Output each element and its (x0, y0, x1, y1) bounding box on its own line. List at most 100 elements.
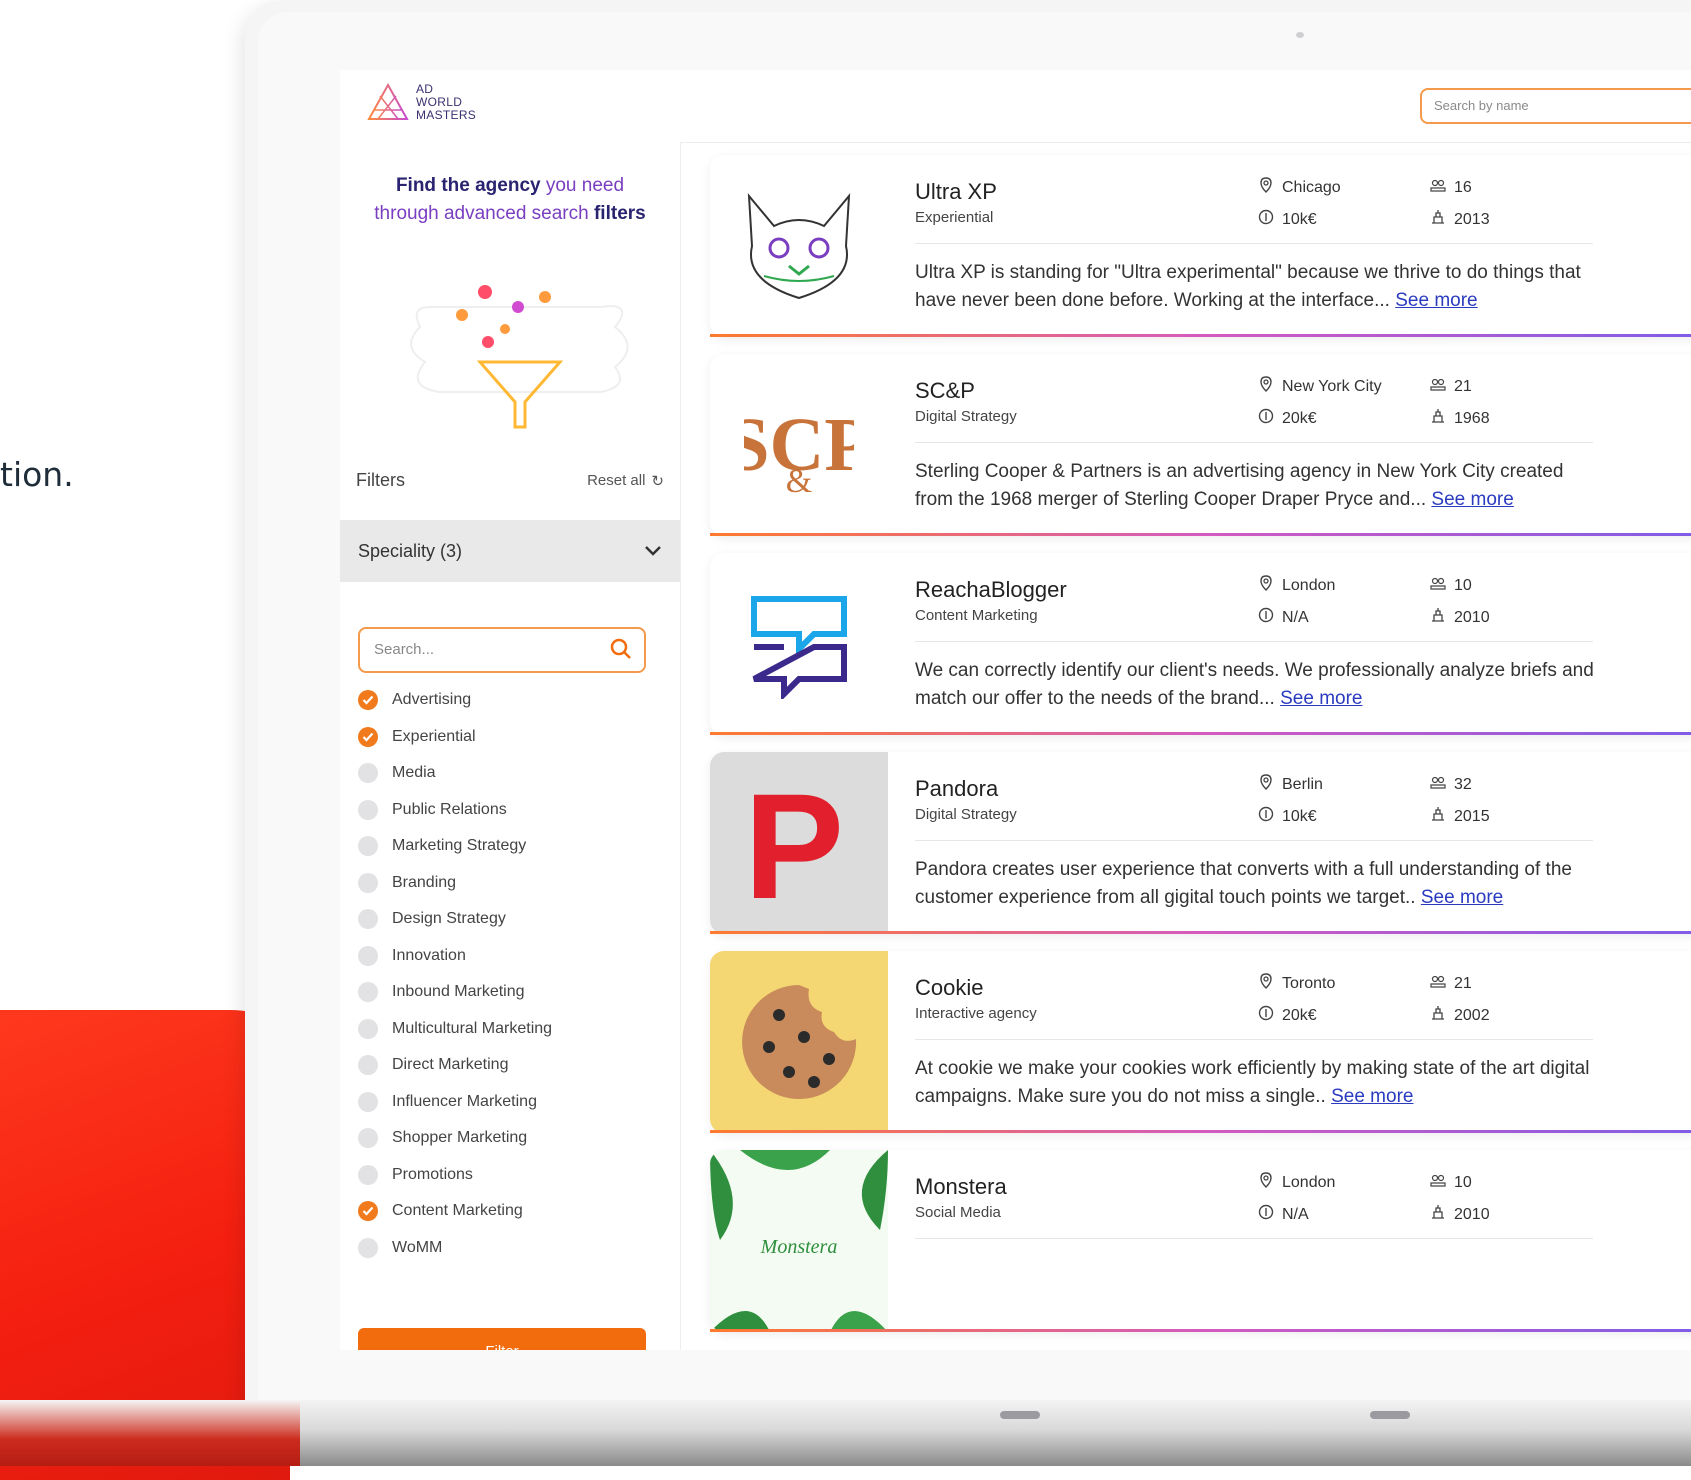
people-icon (1430, 1172, 1446, 1193)
agency-budget: 20k€ (1258, 408, 1317, 429)
radio-icon[interactable] (358, 982, 378, 1003)
agency-card[interactable]: Cookie Interactive agency Toronto 20k€ 21 200… (710, 951, 1691, 1133)
agency-description: At cookie we make your cookies work effi… (915, 1058, 1590, 1107)
speciality-option[interactable]: Influencer Marketing (358, 1084, 552, 1121)
agency-card[interactable]: Ultra XP Experiential Chicago 10k€ 16 2013 Ult… (710, 155, 1691, 337)
agency-logo: SCP & (710, 354, 888, 536)
agency-employees: 32 (1430, 774, 1472, 795)
speciality-option[interactable]: Content Marketing (358, 1193, 552, 1230)
card-divider (915, 840, 1593, 841)
agency-name[interactable]: Cookie (915, 975, 983, 1001)
agency-location: New York City (1258, 376, 1382, 397)
radio-icon[interactable] (358, 1018, 378, 1039)
card-divider (915, 641, 1593, 642)
background-caption: tion. (0, 455, 74, 494)
speciality-option[interactable]: Branding (358, 865, 552, 902)
agency-employees: 21 (1430, 973, 1472, 994)
see-more-link[interactable]: See more (1280, 688, 1362, 709)
agency-logo (710, 951, 888, 1133)
radio-icon[interactable] (358, 836, 378, 857)
speciality-option[interactable]: Advertising (358, 682, 552, 719)
radio-icon[interactable] (358, 763, 378, 784)
speciality-dropdown[interactable]: Speciality (3) (340, 520, 680, 582)
card-divider (915, 1039, 1593, 1040)
agency-logo: Monstera (710, 1150, 888, 1332)
checked-radio-icon[interactable] (358, 1201, 378, 1222)
location-pin-icon (1258, 177, 1274, 198)
agency-category: Interactive agency (915, 1005, 1037, 1022)
speciality-label: Branding (392, 873, 457, 891)
agency-category: Digital Strategy (915, 408, 1017, 425)
svg-text:P: P (744, 773, 844, 913)
speciality-option[interactable]: Inbound Marketing (358, 974, 552, 1011)
location-pin-icon (1258, 376, 1274, 397)
card-gradient-underline (710, 1130, 1691, 1133)
filters-header: Filters Reset all ↻ (356, 470, 664, 491)
see-more-link[interactable]: See more (1331, 1086, 1413, 1107)
building-icon (1430, 408, 1446, 429)
see-more-link[interactable]: See more (1395, 290, 1477, 311)
radio-icon[interactable] (358, 1091, 378, 1112)
agency-budget: N/A (1258, 607, 1309, 628)
promo-text: Find the agency you need through advance… (374, 175, 646, 224)
location-pin-icon (1258, 774, 1274, 795)
ad-world-masters-logo[interactable]: AD WORLD MASTERS (366, 82, 476, 122)
agency-name[interactable]: Ultra XP (915, 179, 997, 205)
logo-text: AD WORLD MASTERS (416, 81, 477, 122)
agency-name[interactable]: SC&P (915, 378, 975, 404)
agency-logo (710, 553, 888, 735)
speciality-option[interactable]: Experiential (358, 719, 552, 756)
agency-name[interactable]: Pandora (915, 776, 998, 802)
speciality-option[interactable]: Public Relations (358, 792, 552, 829)
speciality-option[interactable]: Media (358, 755, 552, 792)
agency-name[interactable]: ReachaBlogger (915, 577, 1067, 603)
building-icon (1430, 806, 1446, 827)
speciality-option[interactable]: Marketing Strategy (358, 828, 552, 865)
agency-card[interactable]: ReachaBlogger Content Marketing London N/A 1… (710, 553, 1691, 735)
speciality-option[interactable]: Direct Marketing (358, 1047, 552, 1084)
location-pin-icon (1258, 575, 1274, 596)
see-more-link[interactable]: See more (1421, 887, 1503, 908)
radio-icon[interactable] (358, 1055, 378, 1076)
agency-card[interactable]: SCP & SC&P Digital Strategy New York City 20k… (710, 354, 1691, 536)
card-divider (915, 243, 1593, 244)
search-icon (610, 638, 632, 664)
radio-icon[interactable] (358, 872, 378, 893)
checked-radio-icon[interactable] (358, 726, 378, 747)
speciality-option[interactable]: Innovation (358, 938, 552, 975)
speciality-search-input[interactable]: Search... (358, 627, 646, 673)
radio-icon[interactable] (358, 1128, 378, 1149)
coin-icon (1258, 806, 1274, 827)
speciality-option[interactable]: WoMM (358, 1230, 552, 1267)
agency-budget: 20k€ (1258, 1005, 1317, 1026)
people-icon (1430, 575, 1446, 596)
agency-card[interactable]: P Pandora Digital Strategy Berlin 10k€ 32 2015… (710, 752, 1691, 934)
speciality-option[interactable]: Shopper Marketing (358, 1120, 552, 1157)
radio-icon[interactable] (358, 909, 378, 930)
checked-radio-icon[interactable] (358, 690, 378, 711)
speciality-option[interactable]: Promotions (358, 1157, 552, 1194)
coin-icon (1258, 1204, 1274, 1225)
radio-icon[interactable] (358, 945, 378, 966)
people-icon (1430, 774, 1446, 795)
agency-card[interactable]: Monstera Monstera Social Media London N/A 10 2… (710, 1150, 1691, 1332)
radio-icon[interactable] (358, 1164, 378, 1185)
filter-button[interactable]: Filter (358, 1328, 646, 1350)
speciality-label: WoMM (392, 1238, 443, 1256)
agency-description: We can correctly identify our client's n… (915, 660, 1594, 709)
agency-name[interactable]: Monstera (915, 1174, 1007, 1200)
card-gradient-underline (710, 334, 1691, 337)
speciality-label: Multicultural Marketing (392, 1019, 553, 1037)
radio-icon[interactable] (358, 1237, 378, 1258)
speciality-label: Direct Marketing (392, 1056, 509, 1074)
svg-text:&: & (786, 463, 812, 500)
reset-all-button[interactable]: Reset all ↻ (587, 470, 664, 491)
speciality-option[interactable]: Multicultural Marketing (358, 1011, 552, 1048)
building-icon (1430, 607, 1446, 628)
radio-icon[interactable] (358, 799, 378, 820)
card-gradient-underline (710, 931, 1691, 934)
speciality-option[interactable]: Design Strategy (358, 901, 552, 938)
card-divider (915, 442, 1593, 443)
see-more-link[interactable]: See more (1431, 489, 1513, 510)
search-by-name-input[interactable]: Search by name (1420, 88, 1691, 124)
